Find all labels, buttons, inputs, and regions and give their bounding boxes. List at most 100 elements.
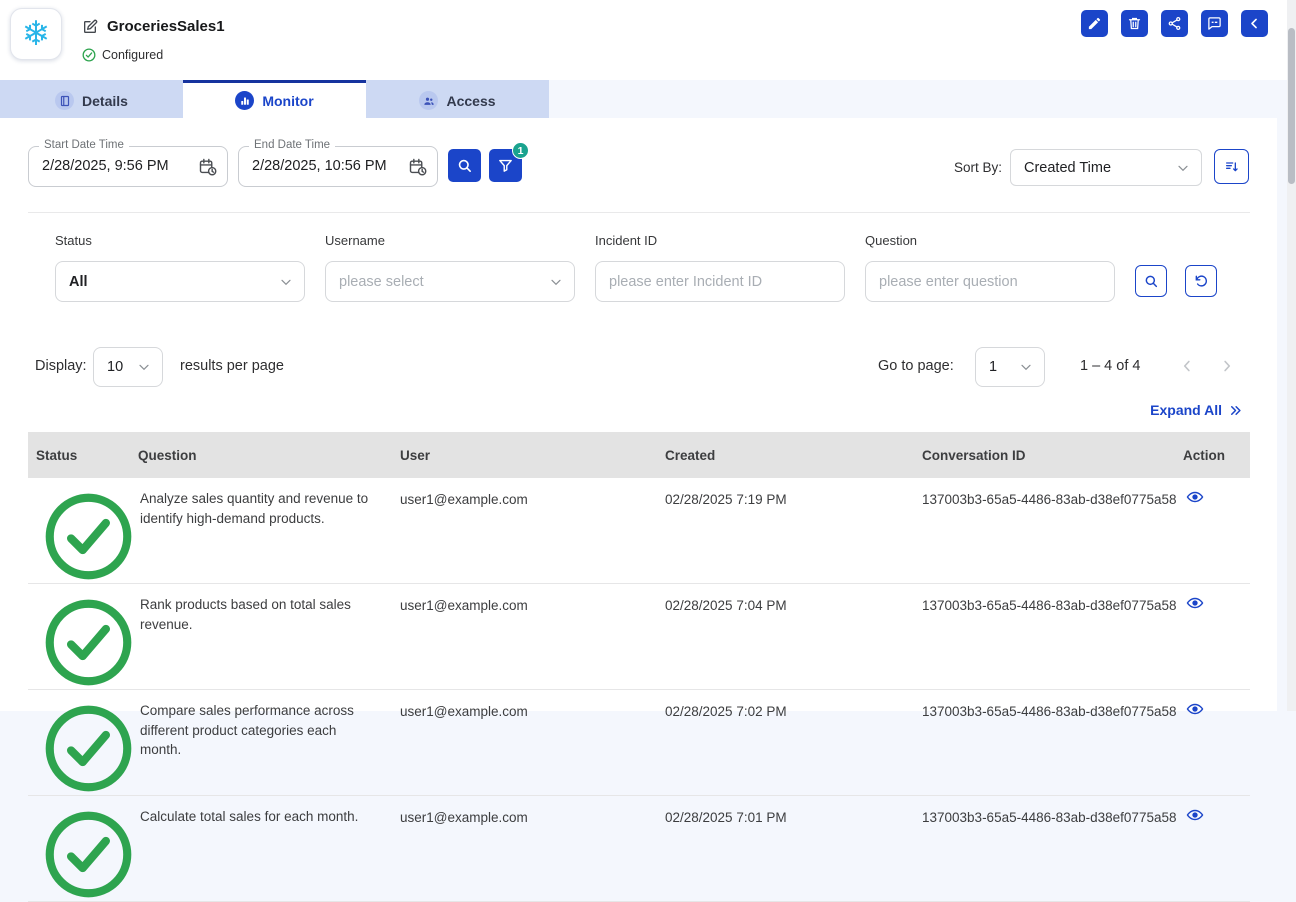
incident-id-input[interactable] xyxy=(595,261,845,302)
username-filter-select[interactable]: please select xyxy=(325,261,575,302)
check-circle-icon xyxy=(82,48,96,62)
conversation-id-cell: 137003b3-65a5-4486-83ab-d38ef0775a58 xyxy=(922,690,1183,722)
tab-bar: Details Monitor Access xyxy=(0,80,549,118)
start-date-field[interactable]: Start Date Time 2/28/2025, 9:56 PM xyxy=(28,146,228,187)
user-cell: user1@example.com xyxy=(400,478,665,510)
chevron-down-icon xyxy=(548,274,564,290)
sort-select[interactable]: Created Time xyxy=(1010,149,1202,186)
funnel-icon xyxy=(497,157,514,174)
question-cell: Calculate total sales for each month. xyxy=(135,796,400,837)
tab-monitor[interactable]: Monitor xyxy=(183,80,366,118)
calendar-clock-icon[interactable] xyxy=(198,157,218,177)
incident-filter-label: Incident ID xyxy=(595,233,657,248)
delete-button[interactable] xyxy=(1121,10,1148,37)
success-status-icon xyxy=(42,596,135,689)
filter-button[interactable]: 1 xyxy=(489,149,522,182)
table-row: Analyze sales quantity and revenue to id… xyxy=(28,478,1250,584)
column-header-question: Question xyxy=(135,448,400,463)
username-filter-label: Username xyxy=(325,233,385,248)
created-cell: 02/28/2025 7:04 PM xyxy=(665,584,922,616)
goto-page-value: 1 xyxy=(989,359,997,375)
edit-title-icon[interactable] xyxy=(82,19,98,35)
tab-access-label: Access xyxy=(446,93,495,109)
view-conversation-button[interactable] xyxy=(1183,806,1204,824)
start-date-label: Start Date Time xyxy=(39,139,129,151)
status-filter-select[interactable]: All xyxy=(55,261,305,302)
header-actions xyxy=(1081,10,1268,37)
per-page-label: results per page xyxy=(180,358,284,374)
search-dates-button[interactable] xyxy=(448,149,481,182)
snowflake-logo: ❄ xyxy=(10,8,62,60)
people-icon xyxy=(419,91,438,110)
filter-count-badge: 1 xyxy=(512,142,529,159)
refresh-icon xyxy=(1193,273,1209,289)
expand-all-link[interactable]: Expand All xyxy=(1150,402,1243,418)
goto-page-select[interactable]: 1 xyxy=(975,347,1045,387)
collapse-button[interactable] xyxy=(1241,10,1268,37)
sort-direction-button[interactable] xyxy=(1214,149,1249,184)
table-row: Calculate total sales for each month. us… xyxy=(28,796,1250,902)
next-page-icon[interactable] xyxy=(1218,357,1236,375)
tab-monitor-label: Monitor xyxy=(262,93,313,109)
tab-access[interactable]: Access xyxy=(366,80,549,118)
column-header-conversation-id: Conversation ID xyxy=(922,448,1183,463)
scrollbar-thumb[interactable] xyxy=(1288,28,1295,184)
eye-icon xyxy=(1186,488,1204,506)
tab-details-label: Details xyxy=(82,93,128,109)
comment-icon xyxy=(1207,16,1222,31)
status-filter-label: Status xyxy=(55,233,92,248)
share-icon xyxy=(1167,16,1182,31)
search-icon xyxy=(456,157,473,174)
chevron-down-icon xyxy=(278,274,294,290)
eye-icon xyxy=(1186,594,1204,612)
reset-filters-button[interactable] xyxy=(1185,265,1217,297)
sort-by-label: Sort By: xyxy=(952,160,1002,175)
created-cell: 02/28/2025 7:19 PM xyxy=(665,478,922,510)
column-header-created: Created xyxy=(665,448,922,463)
app-header: ❄ GroceriesSales1 Configured xyxy=(0,0,1287,80)
table-header-row: Status Question User Created Conversatio… xyxy=(28,432,1250,478)
view-conversation-button[interactable] xyxy=(1183,488,1204,506)
results-range-label: 1 – 4 of 4 xyxy=(1080,358,1140,374)
created-cell: 02/28/2025 7:02 PM xyxy=(665,690,922,722)
end-date-field[interactable]: End Date Time 2/28/2025, 10:56 PM xyxy=(238,146,438,187)
column-header-status: Status xyxy=(28,448,135,463)
conversation-id-cell: 137003b3-65a5-4486-83ab-d38ef0775a58 xyxy=(922,478,1183,510)
snowflake-icon: ❄ xyxy=(22,17,51,51)
conversation-id-cell: 137003b3-65a5-4486-83ab-d38ef0775a58 xyxy=(922,584,1183,616)
question-filter-label: Question xyxy=(865,233,917,248)
created-cell: 02/28/2025 7:01 PM xyxy=(665,796,922,828)
question-cell: Rank products based on total sales reven… xyxy=(135,584,400,644)
status-label: Configured xyxy=(102,48,163,62)
section-divider xyxy=(28,212,1250,213)
page-size-value: 10 xyxy=(107,359,123,375)
conversations-table: Status Question User Created Conversatio… xyxy=(28,432,1250,902)
user-cell: user1@example.com xyxy=(400,584,665,616)
success-status-icon xyxy=(42,808,135,901)
chevron-down-icon xyxy=(136,359,152,375)
question-cell: Compare sales performance across differe… xyxy=(135,690,400,770)
apply-filters-button[interactable] xyxy=(1135,265,1167,297)
page-title: GroceriesSales1 xyxy=(107,18,225,35)
chevron-left-icon xyxy=(1247,16,1262,31)
monitor-panel: Start Date Time 2/28/2025, 9:56 PM End D… xyxy=(0,118,1277,711)
username-filter-placeholder: please select xyxy=(339,274,424,290)
calendar-clock-icon[interactable] xyxy=(408,157,428,177)
edit-button[interactable] xyxy=(1081,10,1108,37)
user-cell: user1@example.com xyxy=(400,796,665,828)
feedback-button[interactable] xyxy=(1201,10,1228,37)
eye-icon xyxy=(1186,700,1204,718)
view-conversation-button[interactable] xyxy=(1183,700,1204,718)
prev-page-icon[interactable] xyxy=(1178,357,1196,375)
end-date-label: End Date Time xyxy=(249,139,335,151)
conversation-id-cell: 137003b3-65a5-4486-83ab-d38ef0775a58 xyxy=(922,796,1183,828)
view-conversation-button[interactable] xyxy=(1183,594,1204,612)
question-input[interactable] xyxy=(865,261,1115,302)
success-status-icon xyxy=(42,490,135,583)
tab-details[interactable]: Details xyxy=(0,80,183,118)
bar-chart-icon xyxy=(235,91,254,110)
pencil-icon xyxy=(1087,16,1102,31)
page-size-select[interactable]: 10 xyxy=(93,347,163,387)
scrollbar-track[interactable] xyxy=(1287,0,1296,711)
share-button[interactable] xyxy=(1161,10,1188,37)
